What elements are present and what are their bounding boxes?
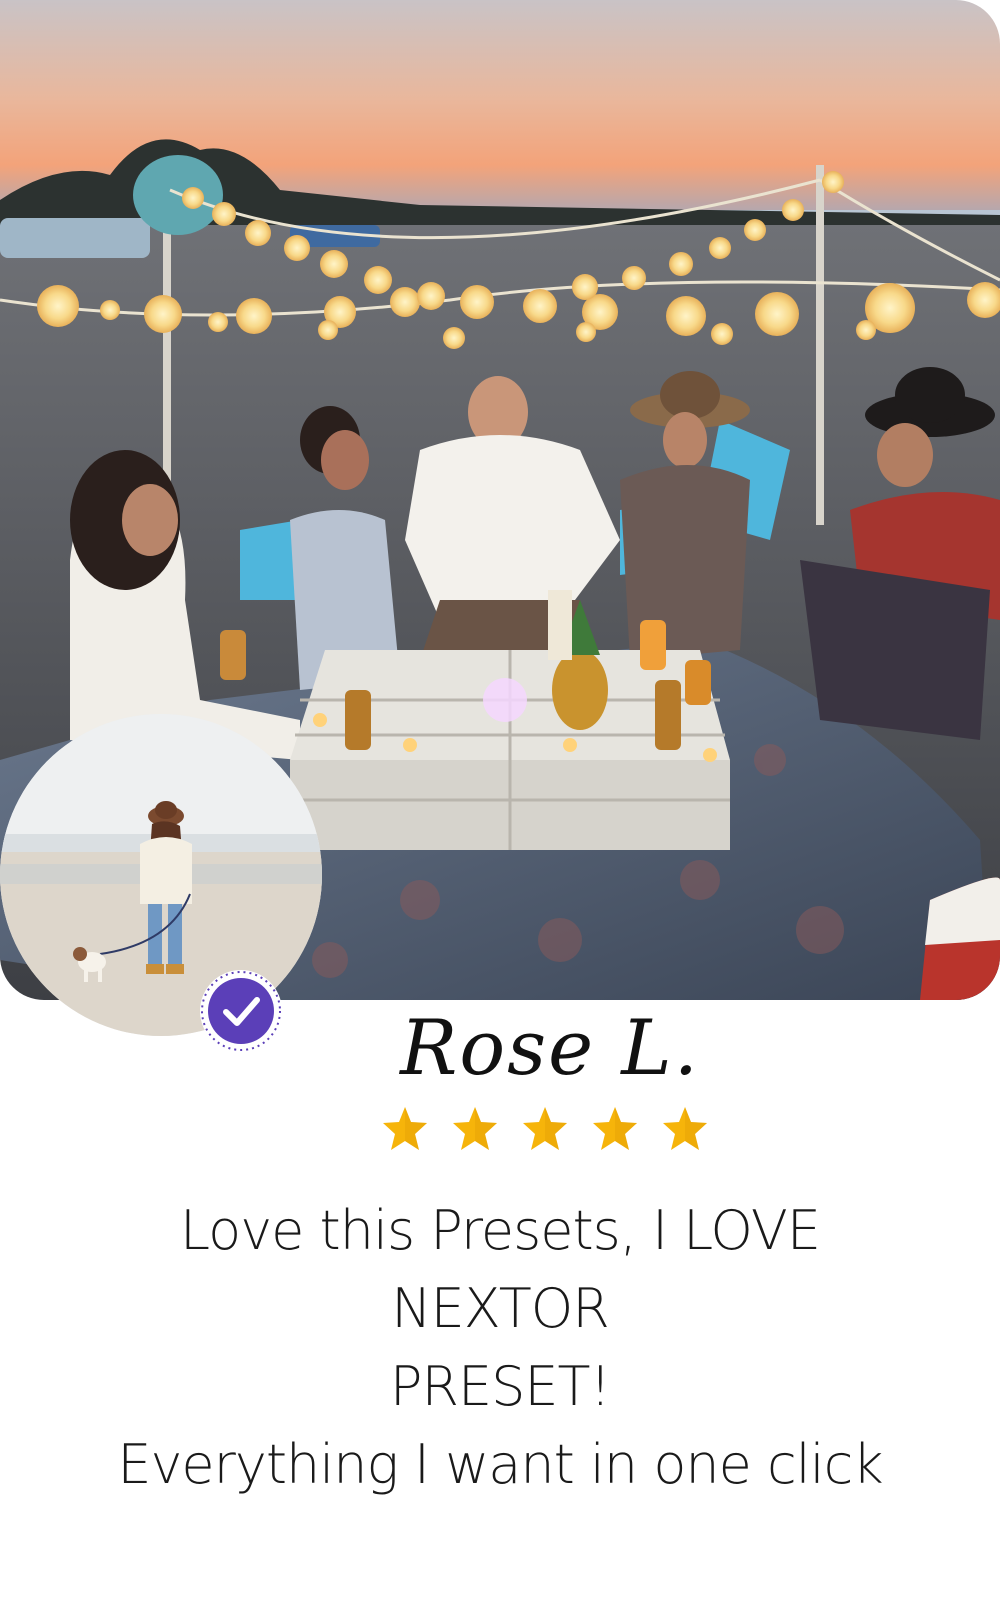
verified-badge xyxy=(198,968,284,1054)
review-text: Love this Presets, I LOVE NEXTOR PRESET!… xyxy=(70,1192,930,1504)
star-icon xyxy=(663,1107,707,1150)
check-badge-icon xyxy=(200,970,282,1052)
review-line: PRESET! xyxy=(389,1355,611,1418)
reviewer-name: Rose L. xyxy=(400,1003,700,1092)
star-icon xyxy=(453,1107,497,1150)
star-icon xyxy=(383,1107,427,1150)
star-rating xyxy=(380,1104,710,1156)
testimonial-card: Rose L. Love this Presets, I LOVE NEXTOR… xyxy=(0,0,1000,1600)
review-line: Everything I want in one click xyxy=(117,1433,883,1496)
star-icon xyxy=(593,1107,637,1150)
star-icon xyxy=(523,1107,567,1150)
review-line: Love this Presets, I LOVE NEXTOR xyxy=(180,1199,821,1340)
